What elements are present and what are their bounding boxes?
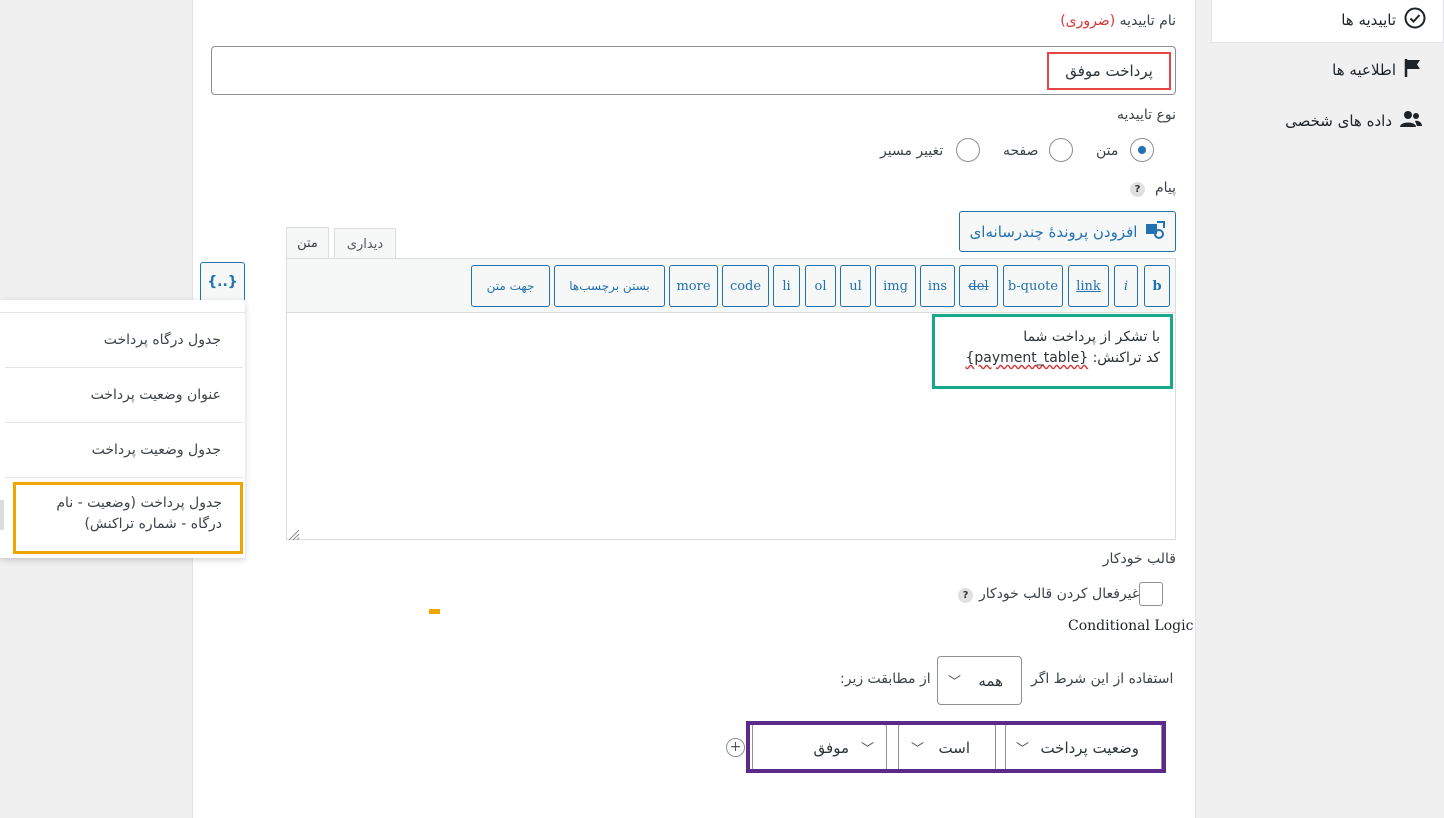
marker <box>429 609 440 614</box>
merge-tag-item-highlighted[interactable]: جدول پرداخت (وضعیت - نام درگاه - شماره ت… <box>13 482 243 554</box>
field-label-text: نام تاییدیه <box>1119 13 1176 29</box>
merge-tag-item[interactable]: عنوان وضعیت پرداخت <box>5 368 243 423</box>
qt-code-button[interactable]: code <box>722 265 769 307</box>
confirmation-type-label: نوع تاییدیه <box>1117 107 1176 123</box>
qt-ol-button[interactable]: ol <box>805 265 836 307</box>
confirmation-name-value: پرداخت موفق <box>1047 52 1171 90</box>
help-icon[interactable]: ? <box>958 588 973 603</box>
add-rule-icon[interactable]: + <box>726 738 745 757</box>
sidebar-item-label: تاییدیه ها <box>1341 11 1396 29</box>
content-line-2: کد تراکنش: {payment_table} <box>935 348 1160 369</box>
sidebar-item-confirmations[interactable]: تاییدیه ها <box>1341 7 1426 33</box>
add-media-label: افزودن پروندهٔ چندرسانه‌ای <box>969 222 1138 241</box>
sidebar-item-label: اطلاعیه ها <box>1332 61 1396 79</box>
qt-text-direction-button[interactable]: جهت متن <box>471 265 550 307</box>
confirmation-name-label: نام تاییدیه (ضروری) <box>1060 13 1176 29</box>
use-if-label: استفاده از این شرط اگر <box>1031 671 1174 687</box>
tab-visual[interactable]: دیداری <box>334 228 396 259</box>
sidebar-item-personal-data[interactable]: داده های شخصی <box>1285 110 1422 132</box>
match-type-value: همه <box>978 671 1003 690</box>
flag-icon <box>1404 58 1422 82</box>
qt-bold-button[interactable]: b <box>1144 265 1170 307</box>
autoformat-label: قالب خودکار <box>1102 551 1176 567</box>
merge-tag-item[interactable]: جدول درگاه پرداخت <box>5 313 243 368</box>
help-icon[interactable]: ? <box>1130 182 1145 197</box>
media-icon <box>1145 220 1166 243</box>
qt-img-button[interactable]: img <box>875 265 916 307</box>
conditional-logic-title: Conditional Logic <box>1068 618 1194 634</box>
radio-type-redirect[interactable] <box>956 138 980 162</box>
qt-ul-button[interactable]: ul <box>840 265 871 307</box>
disable-autoformat-label: غیرفعال کردن قالب خودکار <box>979 586 1140 602</box>
qt-ins-button[interactable]: ins <box>920 265 955 307</box>
radio-label-page: صفحه <box>1003 143 1039 159</box>
merge-tags-button[interactable]: {..} <box>200 262 245 302</box>
check-circle-icon <box>1404 7 1426 33</box>
qt-close-tags-button[interactable]: بستن برچسب‌ها <box>554 265 665 307</box>
radio-type-text[interactable] <box>1130 138 1154 162</box>
match-type-select[interactable]: همه ﹀ <box>937 656 1022 705</box>
radio-type-page[interactable] <box>1049 138 1073 162</box>
add-media-button[interactable]: افزودن پروندهٔ چندرسانه‌ای <box>959 211 1176 252</box>
dropdown-scrollbar[interactable] <box>0 500 4 530</box>
merge-tag-token: {payment_table} <box>965 350 1089 366</box>
tab-text[interactable]: متن <box>286 227 329 259</box>
qt-more-button[interactable]: more <box>669 265 718 307</box>
qt-italic-button[interactable]: i <box>1114 265 1138 307</box>
radio-label-text: متن <box>1096 143 1119 159</box>
sidebar-item-notifications[interactable]: اطلاعیه ها <box>1332 58 1422 82</box>
resize-handle-icon[interactable] <box>288 526 300 541</box>
qt-del-button[interactable]: del <box>959 265 998 307</box>
sidebar-item-label: داده های شخصی <box>1285 112 1392 130</box>
users-icon <box>1400 110 1422 132</box>
radio-label-redirect: تغییر مسیر <box>880 143 944 159</box>
qt-link-button[interactable]: link <box>1068 265 1109 307</box>
qt-li-button[interactable]: li <box>773 265 800 307</box>
match-suffix-label: از مطابقت زیر: <box>840 671 931 687</box>
merge-tag-item[interactable]: جدول وضعیت پرداخت <box>5 423 243 478</box>
qt-bquote-button[interactable]: b-quote <box>1003 265 1063 307</box>
message-label: پیام <box>1154 180 1176 196</box>
editor-content: با تشکر از پرداخت شما کد تراکنش: {paymen… <box>932 314 1173 389</box>
chevron-down-icon: ﹀ <box>948 675 962 690</box>
content-line-1: با تشکر از پرداخت شما <box>1023 329 1160 345</box>
disable-autoformat-checkbox[interactable] <box>1139 582 1163 606</box>
content-prefix: کد تراکنش: <box>1092 350 1160 366</box>
rule-highlight <box>746 721 1166 773</box>
required-marker: (ضروری) <box>1060 13 1116 29</box>
confirmation-name-input[interactable] <box>211 46 1176 95</box>
